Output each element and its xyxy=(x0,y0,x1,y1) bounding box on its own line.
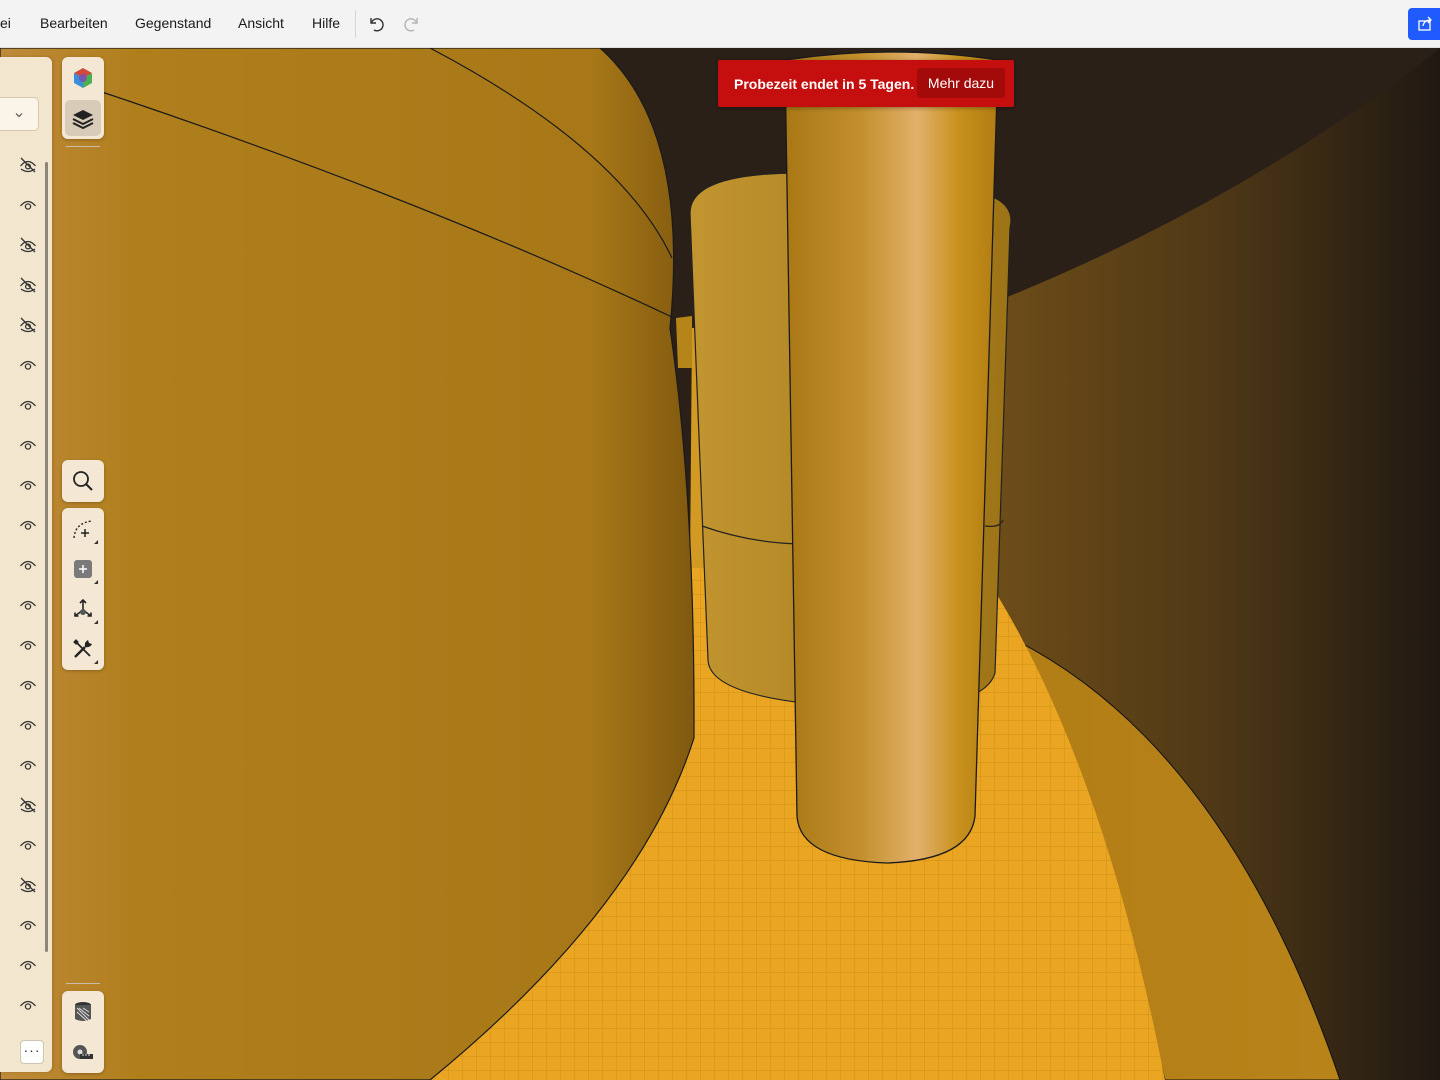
flyout-indicator xyxy=(94,540,98,544)
material-cube-icon xyxy=(74,68,92,88)
modeling-toolbar xyxy=(62,508,104,670)
tools-button[interactable] xyxy=(65,631,101,667)
toolbar-divider xyxy=(66,146,100,147)
menu-separator xyxy=(355,10,356,38)
menu-object[interactable]: Gegenstand xyxy=(135,15,211,31)
eye-icon[interactable] xyxy=(18,355,38,375)
section-icon xyxy=(75,1002,91,1022)
material-button[interactable] xyxy=(65,60,101,96)
eye-icon[interactable] xyxy=(18,395,38,415)
eye-icon[interactable] xyxy=(18,435,38,455)
search-button[interactable] xyxy=(65,463,101,499)
measure-tape-icon xyxy=(73,1045,93,1059)
add-shape-button[interactable] xyxy=(65,551,101,587)
menu-view[interactable]: Ansicht xyxy=(238,15,284,31)
layers-icon xyxy=(72,110,94,130)
eye-icon[interactable] xyxy=(18,675,38,695)
layer-dropdown[interactable] xyxy=(0,97,39,131)
analysis-toolbar xyxy=(62,991,104,1073)
eye-off-icon[interactable] xyxy=(18,315,38,335)
eye-off-icon[interactable] xyxy=(18,795,38,815)
move-axes-icon xyxy=(74,598,92,617)
curve-add-icon xyxy=(73,520,93,539)
measure-button[interactable] xyxy=(65,1034,101,1070)
toolbar-divider xyxy=(66,983,100,984)
view-toolbar xyxy=(62,57,104,139)
3d-viewport[interactable] xyxy=(0,48,1440,1080)
menu-bar: ei Bearbeiten Gegenstand Ansicht Hilfe xyxy=(0,0,1440,48)
layer-scrollbar[interactable] xyxy=(45,162,48,952)
eye-icon[interactable] xyxy=(18,755,38,775)
search-toolbar xyxy=(62,460,104,502)
menu-file[interactable]: ei xyxy=(0,15,11,31)
eye-icon[interactable] xyxy=(18,195,38,215)
menu-edit[interactable]: Bearbeiten xyxy=(40,15,108,31)
trial-message: Probezeit endet in 5 Tagen. xyxy=(734,76,915,92)
eye-icon[interactable] xyxy=(18,515,38,535)
section-button[interactable] xyxy=(65,994,101,1030)
more-options-button[interactable]: ··· xyxy=(20,1040,44,1064)
eye-icon[interactable] xyxy=(18,835,38,855)
flyout-indicator xyxy=(94,580,98,584)
eye-icon[interactable] xyxy=(18,715,38,735)
add-shape-icon xyxy=(74,560,92,578)
eye-icon[interactable] xyxy=(18,995,38,1015)
front-pillar xyxy=(784,51,999,864)
eye-icon[interactable] xyxy=(18,475,38,495)
flyout-indicator xyxy=(94,660,98,664)
flyout-indicator xyxy=(94,620,98,624)
eye-icon[interactable] xyxy=(18,915,38,935)
eye-off-icon[interactable] xyxy=(18,275,38,295)
learn-more-button[interactable]: Mehr dazu xyxy=(917,68,1005,98)
layers-button[interactable] xyxy=(65,100,101,136)
redo-icon[interactable] xyxy=(402,14,422,34)
menu-help[interactable]: Hilfe xyxy=(312,15,340,31)
move-tool-button[interactable] xyxy=(65,591,101,627)
eye-icon[interactable] xyxy=(18,555,38,575)
layer-panel: ··· xyxy=(0,57,52,1072)
curve-tool-button[interactable] xyxy=(65,511,101,547)
eye-off-icon[interactable] xyxy=(18,875,38,895)
eye-off-icon[interactable] xyxy=(18,235,38,255)
trial-banner: Probezeit endet in 5 Tagen. Mehr dazu xyxy=(718,60,1014,107)
eye-off-icon[interactable] xyxy=(18,155,38,175)
search-icon xyxy=(73,471,93,491)
eye-icon[interactable] xyxy=(18,955,38,975)
share-button[interactable] xyxy=(1408,8,1440,40)
tools-wrench-icon xyxy=(73,639,92,658)
3d-scene[interactable] xyxy=(0,48,1440,1080)
undo-icon[interactable] xyxy=(366,14,386,34)
eye-icon[interactable] xyxy=(18,595,38,615)
eye-icon[interactable] xyxy=(18,635,38,655)
chevron-down-icon xyxy=(15,113,23,118)
share-icon xyxy=(1418,16,1432,31)
